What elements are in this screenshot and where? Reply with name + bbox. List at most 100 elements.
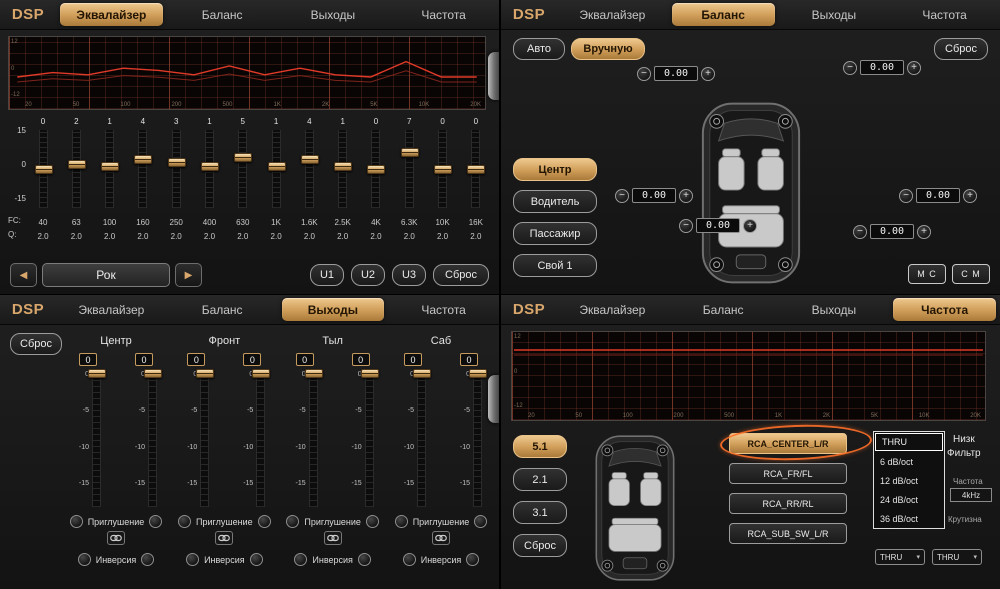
tab-equalizer[interactable]: Эквалайзер (561, 298, 664, 321)
output-slider-handle[interactable] (305, 369, 323, 378)
output-slider-track[interactable] (309, 369, 318, 507)
manual-button[interactable]: Вручную (571, 38, 645, 60)
mute-left-knob[interactable] (395, 515, 408, 528)
minus-button[interactable]: − (899, 189, 913, 203)
tab-equalizer[interactable]: Эквалайзер (60, 298, 163, 321)
position-passenger[interactable]: Пассажир (513, 222, 597, 245)
output-slider-track[interactable] (92, 369, 101, 507)
eq-slider-handle[interactable] (367, 165, 385, 174)
eq-slider-handle[interactable] (134, 155, 152, 164)
minus-button[interactable]: − (843, 61, 857, 75)
invert-left-knob[interactable] (78, 553, 91, 566)
output-slider-handle[interactable] (88, 369, 106, 378)
output-slider-track[interactable] (200, 369, 209, 507)
plus-button[interactable]: + (701, 67, 715, 81)
eq-slider-track[interactable] (305, 130, 314, 208)
minus-button[interactable]: − (637, 67, 651, 81)
plus-button[interactable]: + (963, 189, 977, 203)
tab-frequency[interactable]: Частота (893, 298, 996, 321)
user-memory-2[interactable]: U2 (351, 264, 385, 286)
mode-3-1[interactable]: 3.1 (513, 501, 567, 524)
tab-balance[interactable]: Баланс (672, 3, 775, 26)
link-icon[interactable] (107, 531, 125, 545)
eq-slider-handle[interactable] (35, 165, 53, 174)
link-icon[interactable] (432, 531, 450, 545)
eq-slider-track[interactable] (105, 130, 114, 208)
eq-slider-track[interactable] (39, 130, 48, 208)
auto-button[interactable]: Авто (513, 38, 565, 60)
filter-mode-select-2[interactable]: THRU▾ (932, 549, 982, 565)
plus-button[interactable]: + (907, 61, 921, 75)
slope-option[interactable]: 6 dB/oct (874, 452, 944, 471)
link-icon[interactable] (324, 531, 342, 545)
invert-right-knob[interactable] (466, 553, 479, 566)
tab-frequency[interactable]: Частота (392, 298, 495, 321)
slope-option[interactable]: 24 dB/oct (874, 490, 944, 509)
rca-output-front[interactable]: RCA_FR/FL (729, 463, 847, 484)
plus-button[interactable]: + (679, 189, 693, 203)
rca-output-center[interactable]: RCA_CENTER_L/R (729, 433, 847, 454)
minus-button[interactable]: − (615, 189, 629, 203)
link-icon[interactable] (215, 531, 233, 545)
freq-reset-button[interactable]: Сброс (513, 534, 567, 557)
eq-slider-handle[interactable] (68, 160, 86, 169)
tab-equalizer[interactable]: Эквалайзер (60, 3, 163, 26)
minus-button[interactable]: − (679, 219, 693, 233)
invert-left-knob[interactable] (403, 553, 416, 566)
user-memory-3[interactable]: U3 (392, 264, 426, 286)
output-slider-track[interactable] (256, 369, 265, 507)
invert-right-knob[interactable] (250, 553, 263, 566)
slope-selected-option[interactable]: THRU (875, 433, 943, 451)
eq-slider-track[interactable] (438, 130, 447, 208)
tab-equalizer[interactable]: Эквалайзер (561, 3, 664, 26)
cm-button[interactable]: C M (952, 264, 990, 284)
eq-slider-handle[interactable] (201, 162, 219, 171)
invert-left-knob[interactable] (294, 553, 307, 566)
eq-slider-track[interactable] (238, 130, 247, 208)
rca-output-rear[interactable]: RCA_RR/RL (729, 493, 847, 514)
mute-left-knob[interactable] (178, 515, 191, 528)
tab-outputs[interactable]: Выходы (282, 298, 385, 321)
eq-slider-track[interactable] (471, 130, 480, 208)
mode-5-1[interactable]: 5.1 (513, 435, 567, 458)
eq-slider-handle[interactable] (168, 158, 186, 167)
eq-slider-handle[interactable] (434, 165, 452, 174)
drawer-handle[interactable] (488, 52, 499, 100)
mute-right-knob[interactable] (258, 515, 271, 528)
eq-slider-handle[interactable] (401, 148, 419, 157)
output-slider-track[interactable] (148, 369, 157, 507)
output-slider-track[interactable] (417, 369, 426, 507)
eq-slider-track[interactable] (72, 130, 81, 208)
eq-slider-handle[interactable] (268, 162, 286, 171)
mute-right-knob[interactable] (149, 515, 162, 528)
eq-slider-track[interactable] (205, 130, 214, 208)
invert-right-knob[interactable] (141, 553, 154, 566)
output-slider-handle[interactable] (361, 369, 379, 378)
eq-slider-track[interactable] (172, 130, 181, 208)
user-memory-1[interactable]: U1 (310, 264, 344, 286)
eq-slider-track[interactable] (371, 130, 380, 208)
output-slider-handle[interactable] (252, 369, 270, 378)
mute-right-knob[interactable] (474, 515, 487, 528)
mute-left-knob[interactable] (70, 515, 83, 528)
eq-slider-handle[interactable] (467, 165, 485, 174)
eq-slider-handle[interactable] (301, 155, 319, 164)
tab-outputs[interactable]: Выходы (282, 3, 385, 26)
eq-slider-track[interactable] (338, 130, 347, 208)
output-slider-handle[interactable] (469, 369, 487, 378)
eq-slider-track[interactable] (405, 130, 414, 208)
invert-left-knob[interactable] (186, 553, 199, 566)
frequency-value-select[interactable]: 4kHz (950, 488, 992, 502)
preset-next-button[interactable]: ▶ (175, 263, 202, 287)
mute-left-knob[interactable] (286, 515, 299, 528)
tab-outputs[interactable]: Выходы (783, 3, 886, 26)
plus-button[interactable]: + (743, 219, 757, 233)
preset-prev-button[interactable]: ◀ (10, 263, 37, 287)
position-driver[interactable]: Водитель (513, 190, 597, 213)
eq-reset-button[interactable]: Сброс (433, 264, 489, 286)
balance-reset-button[interactable]: Сброс (934, 38, 988, 60)
position-custom-1[interactable]: Свой 1 (513, 254, 597, 277)
eq-slider-handle[interactable] (334, 162, 352, 171)
preset-select[interactable]: Рок (42, 263, 170, 287)
tab-balance[interactable]: Баланс (171, 3, 274, 26)
